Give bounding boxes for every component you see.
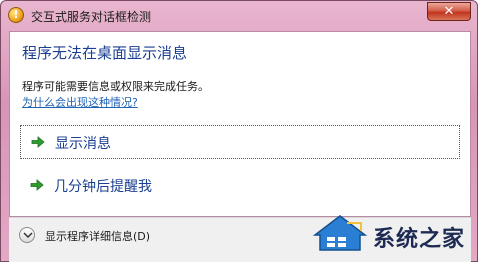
remind-later-button[interactable]: 几分钟后提醒我 xyxy=(20,169,460,203)
show-details-label: 显示程序详细信息(D) xyxy=(45,230,151,243)
description-text: 程序可能需要信息或权限来完成任务。 xyxy=(22,80,209,93)
window-title: 交互式服务对话框检测 xyxy=(31,10,152,24)
green-arrow-icon xyxy=(31,136,45,148)
dialog-window: ! 交互式服务对话框检测 ✕ 程序无法在桌面显示消息 程序可能需要信息或权限来完… xyxy=(0,0,478,262)
main-instruction: 程序无法在桌面显示消息 xyxy=(22,44,188,62)
show-details-toggle[interactable]: 显示程序详细信息(D) xyxy=(19,224,169,246)
house-logo-icon xyxy=(312,215,368,251)
green-arrow-icon xyxy=(30,179,44,191)
chevron-down-icon xyxy=(19,227,35,243)
warning-app-icon: ! xyxy=(8,7,24,23)
close-button[interactable]: ✕ xyxy=(427,2,471,21)
close-icon: ✕ xyxy=(443,4,455,19)
why-link[interactable]: 为什么会出现这种情况? xyxy=(22,94,138,110)
dialog-content: 程序无法在桌面显示消息 程序可能需要信息或权限来完成任务。 为什么会出现这种情况… xyxy=(9,31,471,217)
title-bar[interactable]: ! 交互式服务对话框检测 ✕ xyxy=(1,1,477,31)
watermark-text: 系统之家 xyxy=(373,227,466,252)
site-watermark: 系统之家 xyxy=(301,209,477,257)
show-message-label: 显示消息 xyxy=(55,136,111,152)
remind-later-label: 几分钟后提醒我 xyxy=(54,179,152,195)
show-message-button[interactable]: 显示消息 xyxy=(20,125,460,159)
